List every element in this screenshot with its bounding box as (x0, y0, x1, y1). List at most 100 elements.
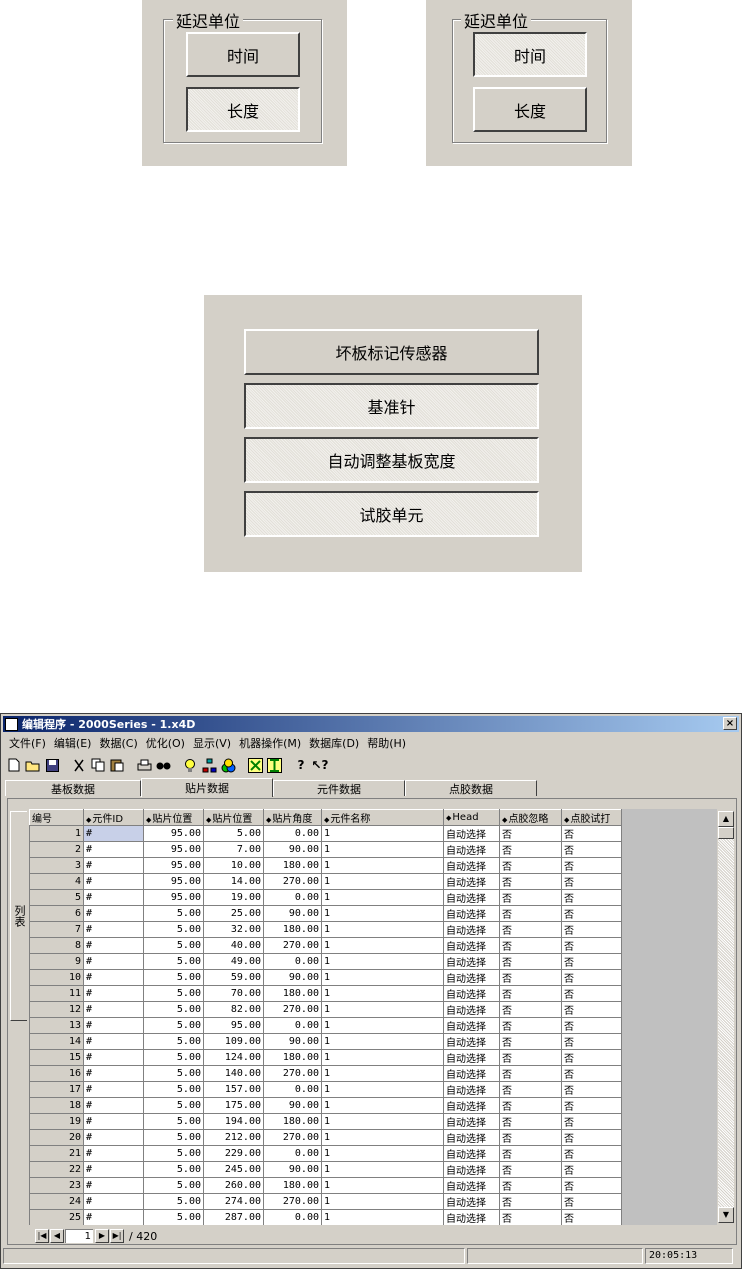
time-button[interactable]: 时间 (186, 32, 300, 77)
vertical-scrollbar[interactable]: ▲ ▼ (718, 811, 734, 1223)
table-row[interactable]: 5 #95.00 19.00 0.00 1 自动选择否否 (29, 889, 622, 906)
cell-place-x[interactable]: 5.00 (143, 921, 204, 938)
cell-dispense-skip[interactable]: 否 (499, 889, 562, 906)
cell-part-id[interactable]: # (83, 985, 144, 1002)
side-tab-list[interactable]: 列表 (10, 811, 27, 1021)
cell-part-id[interactable]: # (83, 937, 144, 954)
cell-dispense-skip[interactable]: 否 (499, 841, 562, 858)
cell-dispense-test[interactable]: 否 (561, 937, 622, 954)
cell-angle[interactable]: 90.00 (263, 969, 322, 986)
cell-dispense-test[interactable]: 否 (561, 873, 622, 890)
cell-place-x[interactable]: 5.00 (143, 1113, 204, 1130)
cell-dispense-skip[interactable]: 否 (499, 921, 562, 938)
cell-angle[interactable]: 0.00 (263, 953, 322, 970)
cell-number[interactable]: 5 (29, 889, 84, 906)
cell-part-name[interactable]: 1 (321, 1177, 444, 1194)
cell-place-x[interactable]: 5.00 (143, 985, 204, 1002)
menu-edit[interactable]: 编辑(E) (50, 735, 96, 751)
print-icon[interactable] (135, 756, 153, 774)
cell-part-name[interactable]: 1 (321, 889, 444, 906)
cell-dispense-test[interactable]: 否 (561, 1209, 622, 1225)
cell-head[interactable]: 自动选择 (443, 1177, 500, 1194)
column-header-number[interactable]: 编号 (29, 809, 84, 826)
cell-angle[interactable]: 270.00 (263, 1065, 322, 1082)
cell-place-y[interactable]: 175.00 (203, 1097, 264, 1114)
cell-place-y[interactable]: 194.00 (203, 1113, 264, 1130)
column-header-angle[interactable]: ◆贴片角度 (263, 809, 322, 826)
cell-place-x[interactable]: 5.00 (143, 1049, 204, 1066)
menu-file[interactable]: 文件(F) (5, 735, 50, 751)
cell-place-y[interactable]: 95.00 (203, 1017, 264, 1034)
cell-part-name[interactable]: 1 (321, 985, 444, 1002)
cell-part-id[interactable]: # (83, 1049, 144, 1066)
table-row[interactable]: 19 #5.00 194.00 180.00 1 自动选择否否 (29, 1113, 622, 1130)
table-row[interactable]: 21 #5.00 229.00 0.00 1 自动选择否否 (29, 1145, 622, 1162)
cell-angle[interactable]: 0.00 (263, 1081, 322, 1098)
table-row[interactable]: 24 #5.00 274.00 270.00 1 自动选择否否 (29, 1193, 622, 1210)
cell-head[interactable]: 自动选择 (443, 1113, 500, 1130)
cell-number[interactable]: 9 (29, 953, 84, 970)
cell-angle[interactable]: 270.00 (263, 1001, 322, 1018)
bad-board-mark-sensor-button[interactable]: 坏板标记传感器 (244, 329, 539, 375)
cell-place-x[interactable]: 5.00 (143, 1145, 204, 1162)
length-button[interactable]: 长度 (186, 87, 300, 132)
cell-number[interactable]: 22 (29, 1161, 84, 1178)
table-row[interactable]: 2 #95.00 7.00 90.00 1 自动选择否否 (29, 841, 622, 858)
cell-dispense-skip[interactable]: 否 (499, 1161, 562, 1178)
cell-angle[interactable]: 180.00 (263, 1113, 322, 1130)
cell-number[interactable]: 2 (29, 841, 84, 858)
cell-part-name[interactable]: 1 (321, 969, 444, 986)
table-row[interactable]: 4 #95.00 14.00 270.00 1 自动选择否否 (29, 873, 622, 890)
cell-place-y[interactable]: 14.00 (203, 873, 264, 890)
cell-part-name[interactable]: 1 (321, 841, 444, 858)
cell-part-id[interactable]: # (83, 1209, 144, 1225)
cell-part-id[interactable]: # (83, 1161, 144, 1178)
cell-dispense-skip[interactable]: 否 (499, 1177, 562, 1194)
cell-angle[interactable]: 270.00 (263, 937, 322, 954)
cell-place-y[interactable]: 109.00 (203, 1033, 264, 1050)
table-row[interactable]: 1 #95.00 5.00 0.00 1 自动选择否否 (29, 825, 622, 842)
cell-dispense-test[interactable]: 否 (561, 985, 622, 1002)
cell-part-id[interactable]: # (83, 1177, 144, 1194)
tab-board-data[interactable]: 基板数据 (5, 780, 141, 796)
last-record-icon[interactable]: ▶| (110, 1229, 124, 1243)
cell-head[interactable]: 自动选择 (443, 873, 500, 890)
cell-dispense-test[interactable]: 否 (561, 1033, 622, 1050)
cell-place-x[interactable]: 5.00 (143, 1065, 204, 1082)
cell-number[interactable]: 3 (29, 857, 84, 874)
cell-place-x[interactable]: 5.00 (143, 1017, 204, 1034)
cell-dispense-test[interactable]: 否 (561, 1113, 622, 1130)
cell-place-y[interactable]: 32.00 (203, 921, 264, 938)
cell-dispense-test[interactable]: 否 (561, 1081, 622, 1098)
scroll-thumb[interactable] (718, 827, 734, 839)
cell-dispense-skip[interactable]: 否 (499, 1081, 562, 1098)
cell-angle[interactable]: 0.00 (263, 1145, 322, 1162)
cell-part-id[interactable]: # (83, 1001, 144, 1018)
menu-optimize[interactable]: 优化(O) (142, 735, 189, 751)
cell-dispense-skip[interactable]: 否 (499, 1193, 562, 1210)
cell-head[interactable]: 自动选择 (443, 1081, 500, 1098)
cell-number[interactable]: 16 (29, 1065, 84, 1082)
column-header-part-name[interactable]: ◆元件名称 (321, 809, 444, 826)
cell-angle[interactable]: 0.00 (263, 1209, 322, 1225)
cell-head[interactable]: 自动选择 (443, 1129, 500, 1146)
binoculars-icon[interactable] (154, 756, 172, 774)
table-row[interactable]: 6 #5.00 25.00 90.00 1 自动选择否否 (29, 905, 622, 922)
table-row[interactable]: 23 #5.00 260.00 180.00 1 自动选择否否 (29, 1177, 622, 1194)
cell-number[interactable]: 7 (29, 921, 84, 938)
first-record-icon[interactable]: |◀ (35, 1229, 49, 1243)
cell-part-name[interactable]: 1 (321, 1145, 444, 1162)
table-row[interactable]: 12 #5.00 82.00 270.00 1 自动选择否否 (29, 1001, 622, 1018)
table-row[interactable]: 13 #5.00 95.00 0.00 1 自动选择否否 (29, 1017, 622, 1034)
cell-angle[interactable]: 180.00 (263, 1049, 322, 1066)
cell-part-id[interactable]: # (83, 1033, 144, 1050)
table-row[interactable]: 17 #5.00 157.00 0.00 1 自动选择否否 (29, 1081, 622, 1098)
next-record-icon[interactable]: ▶ (95, 1229, 109, 1243)
cell-head[interactable]: 自动选择 (443, 889, 500, 906)
table-row[interactable]: 9 #5.00 49.00 0.00 1 自动选择否否 (29, 953, 622, 970)
column-header-place-y[interactable]: ◆贴片位置 (203, 809, 264, 826)
cell-part-id[interactable]: # (83, 873, 144, 890)
cell-angle[interactable]: 180.00 (263, 1177, 322, 1194)
cell-angle[interactable]: 90.00 (263, 1033, 322, 1050)
cell-place-x[interactable]: 5.00 (143, 1097, 204, 1114)
